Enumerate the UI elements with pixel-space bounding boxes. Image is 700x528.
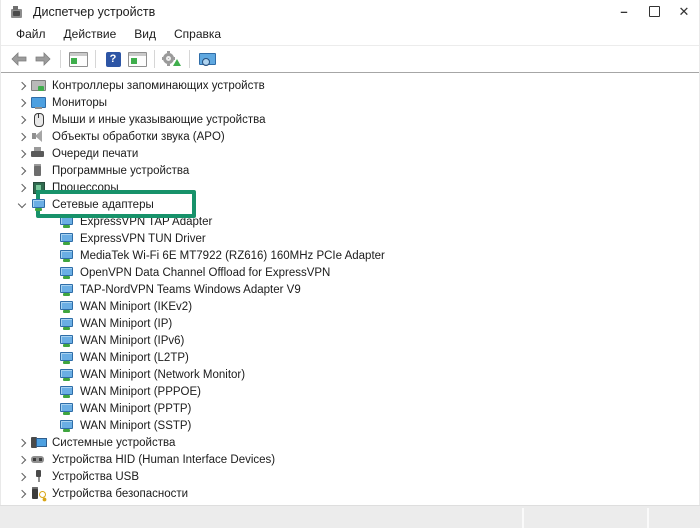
system-icon [31,435,47,450]
software-icon [31,163,46,178]
tree-item-wan-network-monitor[interactable]: WAN Miniport (Network Monitor) [1,366,699,383]
scan-hardware-changes-icon[interactable] [160,48,184,70]
network-adapter-icon [59,350,74,365]
tree-item-wan-ip[interactable]: WAN Miniport (IP) [1,315,699,332]
toolbar-separator [60,50,61,68]
tree-item-system-devices[interactable]: Системные устройства [1,434,699,451]
close-button[interactable]: ✕ [669,0,699,23]
chevron-right-icon[interactable] [17,183,27,193]
show-console-tree-icon[interactable] [66,48,90,70]
menu-help[interactable]: Справка [165,27,230,41]
tree-item-wan-l2tp[interactable]: WAN Miniport (L2TP) [1,349,699,366]
minimize-button[interactable]: – [609,0,639,23]
tree-item-mice[interactable]: Мыши и иные указывающие устройства [1,111,699,128]
toolbar-separator [95,50,96,68]
network-adapter-icon [59,316,74,331]
storage-icon [31,78,46,93]
computer-view-icon[interactable] [195,48,219,70]
device-tree: Контроллеры запоминающих устройств Монит… [1,73,699,506]
title-bar: Диспетчер устройств – ✕ [1,0,699,23]
security-icon [31,486,46,501]
network-adapter-icon [59,265,74,280]
maximize-icon [648,6,660,17]
tree-item-mediatek-wifi[interactable]: MediaTek Wi-Fi 6E MT7922 (RZ616) 160MHz … [1,247,699,264]
monitor-icon [31,95,46,110]
tree-item-usb-devices[interactable]: Устройства USB [1,468,699,485]
chevron-right-icon[interactable] [17,489,27,499]
network-adapter-icon [59,384,74,399]
tree-item-print-queues[interactable]: Очереди печати [1,145,699,162]
network-adapter-icon [59,367,74,382]
tree-item-wan-ikev2[interactable]: WAN Miniport (IKEv2) [1,298,699,315]
strip-divider [522,508,524,528]
chevron-right-icon[interactable] [17,472,27,482]
maximize-button[interactable] [639,0,669,23]
tree-item-wan-pptp[interactable]: WAN Miniport (PPTP) [1,400,699,417]
hid-icon [31,452,46,467]
tree-item-wan-sstp[interactable]: WAN Miniport (SSTP) [1,417,699,434]
menu-action[interactable]: Действие [55,27,126,41]
tree-item-network-adapters[interactable]: Сетевые адаптеры [1,196,699,213]
chevron-right-icon[interactable] [17,115,27,125]
network-adapter-icon [59,299,74,314]
bottom-strip [0,505,700,528]
toolbar-separator [189,50,190,68]
chevron-right-icon[interactable] [17,81,27,91]
help-icon[interactable]: ? [101,48,125,70]
menu-bar: Файл Действие Вид Справка [1,23,699,46]
strip-divider [647,508,649,528]
chevron-right-icon[interactable] [17,166,27,176]
tree-item-openvpn-offload[interactable]: OpenVPN Data Channel Offload for Express… [1,264,699,281]
tree-item-audio-objects[interactable]: Объекты обработки звука (APO) [1,128,699,145]
usb-icon [31,469,46,484]
tree-item-storage-controllers[interactable]: Контроллеры запоминающих устройств [1,77,699,94]
window-title: Диспетчер устройств [33,4,156,19]
device-manager-window: Диспетчер устройств – ✕ Файл Действие Ви… [0,0,700,528]
tree-item-wan-pppoe[interactable]: WAN Miniport (PPPOE) [1,383,699,400]
network-adapter-icon [59,401,74,416]
tree-item-tap-nordvpn[interactable]: TAP-NordVPN Teams Windows Adapter V9 [1,281,699,298]
mouse-icon [31,112,46,127]
chevron-right-icon[interactable] [17,149,27,159]
chevron-right-icon[interactable] [17,455,27,465]
tree-item-monitors[interactable]: Мониторы [1,94,699,111]
toolbar-separator [154,50,155,68]
network-adapter-icon [59,248,74,263]
device-manager-app-icon [10,5,25,19]
chevron-down-icon[interactable] [17,199,27,210]
chevron-right-icon[interactable] [17,98,27,108]
tree-item-expressvpn-tun[interactable]: ExpressVPN TUN Driver [1,230,699,247]
tree-item-security-devices[interactable]: Устройства безопасности [1,485,699,502]
tree-item-software-devices[interactable]: Программные устройства [1,162,699,179]
toolbar: ? [1,46,699,73]
menu-file[interactable]: Файл [7,27,55,41]
network-adapter-icon [59,418,74,433]
printer-icon [31,146,46,161]
back-arrow-icon[interactable] [7,48,31,70]
chevron-right-icon[interactable] [17,438,27,448]
tree-item-wan-ipv6[interactable]: WAN Miniport (IPv6) [1,332,699,349]
forward-arrow-icon[interactable] [31,48,55,70]
menu-view[interactable]: Вид [125,27,165,41]
network-adapter-icon [31,197,46,212]
network-adapter-icon [59,282,74,297]
show-action-pane-icon[interactable] [125,48,149,70]
network-adapter-icon [59,231,74,246]
chevron-right-icon[interactable] [17,132,27,142]
tree-item-hid-devices[interactable]: Устройства HID (Human Interface Devices) [1,451,699,468]
network-adapter-icon [59,333,74,348]
audio-icon [31,129,46,144]
